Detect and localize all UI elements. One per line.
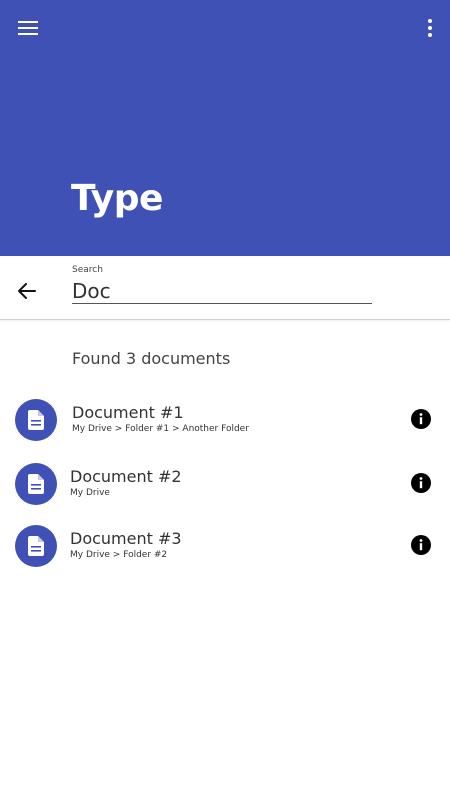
search-input[interactable] [72,278,372,304]
document-name: Document #1 [72,403,184,422]
list-item-document-2[interactable]: Document #2 My Drive [0,463,450,519]
more-vert-icon [428,19,432,37]
search-bar: Search [0,256,450,320]
document-avatar [15,399,57,441]
document-avatar [15,525,57,567]
document-name: Document #2 [70,467,182,486]
info-button[interactable] [411,535,431,555]
back-button[interactable] [14,278,40,304]
more-options-button[interactable] [420,14,440,42]
menu-icon [18,21,38,35]
menu-button[interactable] [14,14,42,42]
document-icon [28,474,44,494]
list-item-document-3[interactable]: Document #3 My Drive > Folder #2 [0,525,450,581]
results-count: Found 3 documents [72,349,231,368]
document-name: Document #3 [70,529,182,548]
document-avatar [15,463,57,505]
list-item-document-1[interactable]: Document #1 My Drive > Folder #1 > Anoth… [0,399,450,455]
document-path: My Drive [70,488,110,498]
info-icon [411,473,431,493]
info-icon [411,535,431,555]
document-icon [28,410,44,430]
info-icon [411,409,431,429]
info-button[interactable] [411,409,431,429]
page-title: Type [71,178,163,219]
app-bar: Type [0,0,450,256]
search-label: Search [72,265,103,275]
info-button[interactable] [411,473,431,493]
document-path: My Drive > Folder #1 > Another Folder [72,424,249,434]
arrow-back-icon [18,283,36,299]
document-path: My Drive > Folder #2 [70,550,168,560]
document-icon [28,536,44,556]
